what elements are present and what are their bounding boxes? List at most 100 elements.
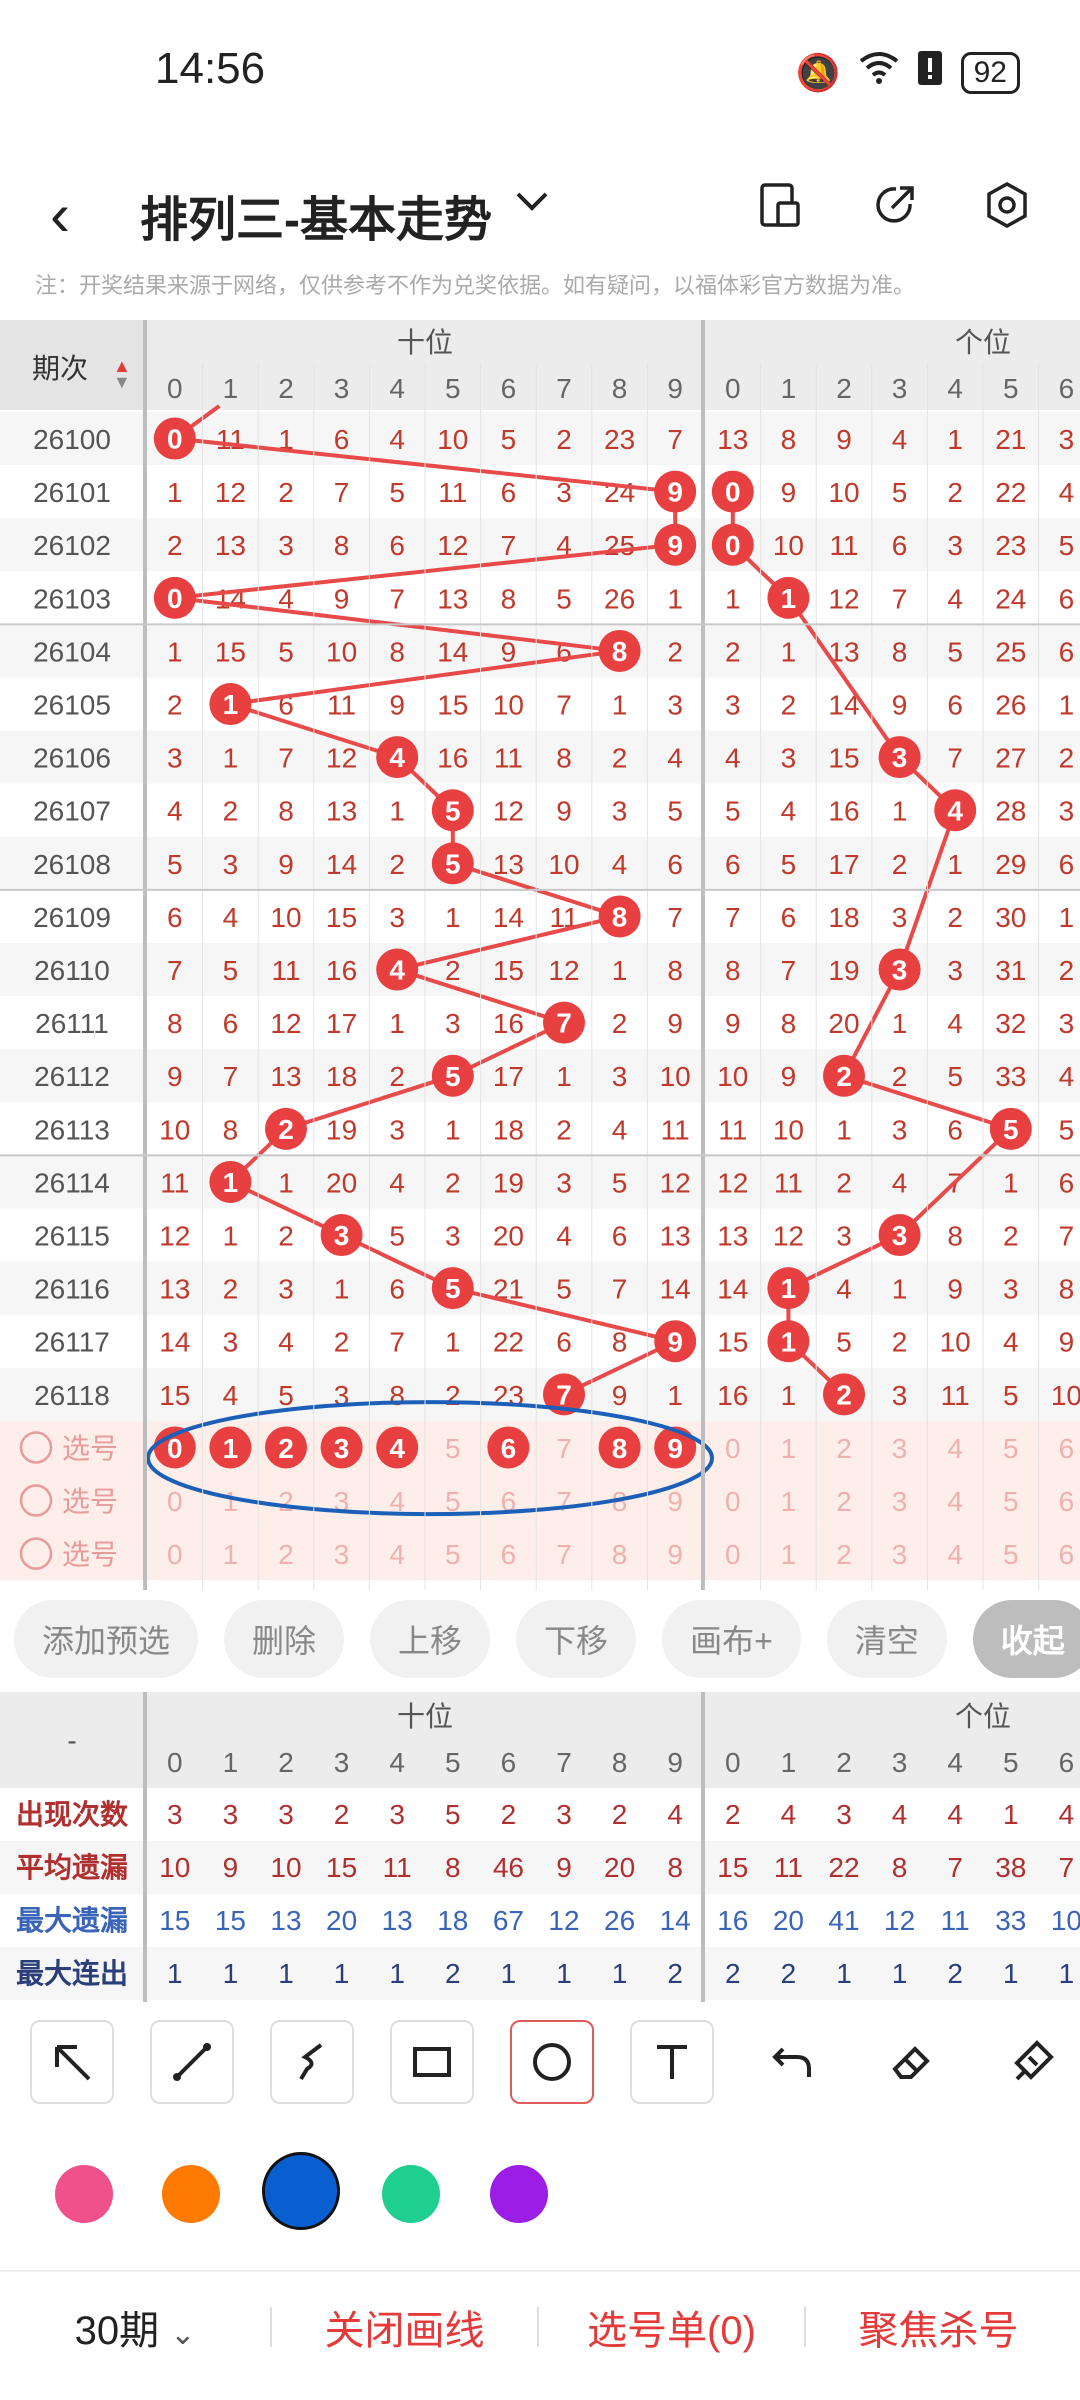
color-swatch-pink[interactable] — [55, 2165, 113, 2223]
tens-miss-value: 1 — [667, 583, 683, 614]
select-number: 7 — [556, 1486, 572, 1517]
delete-button[interactable]: 删除 — [224, 1600, 345, 1678]
ones-miss-value: 4 — [947, 1008, 963, 1039]
selected-number: 4 — [389, 1433, 405, 1464]
tens-miss-value: 2 — [389, 849, 405, 880]
stats-table: - 十位 个位 0 1 2 3 4 5 6 7 8 9 0 1 2 3 4 5 6 出现次数 3 3 3 2 3 5 2 3 2 4 2 4 3 4… — [0, 1692, 1080, 2002]
tens-miss-value: 4 — [667, 743, 683, 774]
layout-toggle-icon[interactable] — [745, 170, 815, 240]
canvas-plus-button[interactable]: 画布+ — [662, 1600, 801, 1678]
tens-miss-value: 11 — [160, 1167, 189, 1198]
ones-digit-header: 1 — [781, 1747, 797, 1778]
ones-miss-value: 1 — [892, 1274, 908, 1305]
tens-miss-value: 1 — [389, 1008, 405, 1039]
ones-miss-value: 5 — [725, 796, 741, 827]
tens-win-number: 3 — [334, 1220, 350, 1251]
collapse-button[interactable]: 收起 — [972, 1600, 1080, 1678]
ones-digit-header: 0 — [725, 373, 741, 404]
tens-miss-value: 8 — [278, 796, 294, 827]
select-number: 9 — [667, 1486, 683, 1517]
undo-icon[interactable] — [750, 2020, 834, 2104]
color-swatch-blue[interactable] — [262, 2152, 340, 2230]
ones-win-number: 5 — [1003, 1114, 1019, 1145]
curve-tool-icon[interactable] — [270, 2020, 354, 2104]
ones-miss-value: 1 — [947, 424, 963, 455]
trend-chart[interactable]: 期次▲▼十位个位01234567890123456261000111641052… — [0, 320, 1080, 1590]
period-selector[interactable]: 30期 ⌄ — [0, 2298, 270, 2356]
stats-ones-value: 8 — [892, 1852, 908, 1883]
ones-miss-value: 3 — [892, 1380, 908, 1411]
tens-miss-value: 13 — [437, 583, 468, 614]
battery-indicator: 92 — [960, 51, 1020, 94]
page-title[interactable]: 排列三-基本走势 — [140, 180, 492, 250]
ones-miss-value: 6 — [947, 1114, 963, 1145]
ones-miss-value: 21 — [995, 424, 1026, 455]
stats-tens-value: 13 — [382, 1905, 413, 1936]
ones-miss-value: 30 — [995, 902, 1026, 933]
tens-miss-value: 15 — [326, 902, 357, 933]
color-swatch-green[interactable] — [382, 2165, 440, 2223]
stats-tens-value: 9 — [223, 1852, 239, 1883]
tens-miss-value: 10 — [159, 1114, 190, 1145]
tens-win-number: 7 — [556, 1379, 572, 1410]
move-down-button[interactable]: 下移 — [516, 1600, 637, 1678]
color-swatch-purple[interactable] — [490, 2165, 548, 2223]
ones-group-label: 个位 — [955, 327, 1011, 358]
tens-miss-value: 19 — [326, 1114, 357, 1145]
status-time: 14:56 — [155, 44, 266, 93]
tens-digit-header: 9 — [667, 1747, 683, 1778]
trend-grid[interactable]: 期次▲▼十位个位01234567890123456261000111641052… — [0, 320, 1080, 1590]
arrow-tool-icon[interactable] — [30, 2020, 114, 2104]
ones-win-number: 4 — [947, 795, 963, 826]
eraser-icon[interactable] — [870, 2020, 954, 2104]
clear-button[interactable]: 清空 — [826, 1600, 947, 1678]
tens-miss-value: 24 — [604, 477, 635, 508]
stats-row-bg — [0, 1788, 1080, 1841]
select-number: 5 — [1003, 1433, 1019, 1464]
tens-miss-value: 12 — [493, 796, 524, 827]
tens-digit-header: 5 — [445, 373, 461, 404]
tens-miss-value: 4 — [612, 1114, 628, 1145]
tens-miss-value: 13 — [660, 1221, 691, 1252]
close-draw-button[interactable]: 关闭画线 — [272, 2298, 537, 2356]
ones-miss-value: 9 — [947, 1274, 963, 1305]
ones-miss-value: 8 — [892, 636, 908, 667]
focus-kill-button[interactable]: 聚焦杀号 — [806, 2298, 1071, 2356]
ones-digit-header: 6 — [1059, 373, 1075, 404]
clear-brush-icon[interactable] — [990, 2020, 1074, 2104]
tens-miss-value: 1 — [167, 477, 183, 508]
select-number: 1 — [781, 1539, 797, 1570]
back-icon[interactable]: ‹ — [50, 180, 70, 249]
line-tool-icon[interactable] — [150, 2020, 234, 2104]
move-up-button[interactable]: 上移 — [370, 1600, 491, 1678]
chevron-down-icon[interactable] — [515, 190, 549, 219]
tens-miss-value: 1 — [612, 690, 628, 721]
ones-miss-value: 15 — [828, 743, 859, 774]
tens-group-label: 十位 — [397, 327, 453, 358]
tens-miss-value: 12 — [270, 1008, 301, 1039]
tens-miss-value: 7 — [167, 955, 183, 986]
period-number: 26103 — [33, 583, 111, 614]
stats-tens-value: 67 — [493, 1905, 524, 1936]
circle-tool-icon[interactable] — [510, 2020, 594, 2104]
add-preselect-button[interactable]: 添加预选 — [14, 1600, 199, 1678]
tens-miss-value: 2 — [278, 477, 294, 508]
tens-miss-value: 10 — [437, 424, 468, 455]
settings-icon[interactable] — [972, 170, 1042, 240]
period-number: 26112 — [34, 1061, 110, 1092]
color-swatch-orange[interactable] — [162, 2165, 220, 2223]
tens-miss-value: 3 — [612, 1061, 628, 1092]
tens-miss-value: 2 — [445, 955, 461, 986]
period-number: 26104 — [33, 636, 111, 667]
tens-miss-value: 1 — [223, 743, 239, 774]
rect-tool-icon[interactable] — [390, 2020, 474, 2104]
tens-digit-header: 8 — [612, 1747, 628, 1778]
share-icon[interactable] — [860, 170, 930, 240]
text-tool-icon[interactable] — [630, 2020, 714, 2104]
tens-miss-value: 13 — [493, 849, 524, 880]
ones-miss-value: 7 — [725, 902, 741, 933]
ones-miss-value: 4 — [725, 743, 741, 774]
select-list-button[interactable]: 选号单(0) — [539, 2298, 804, 2356]
ones-miss-value: 33 — [995, 1061, 1026, 1092]
tens-miss-value: 11 — [494, 743, 523, 774]
